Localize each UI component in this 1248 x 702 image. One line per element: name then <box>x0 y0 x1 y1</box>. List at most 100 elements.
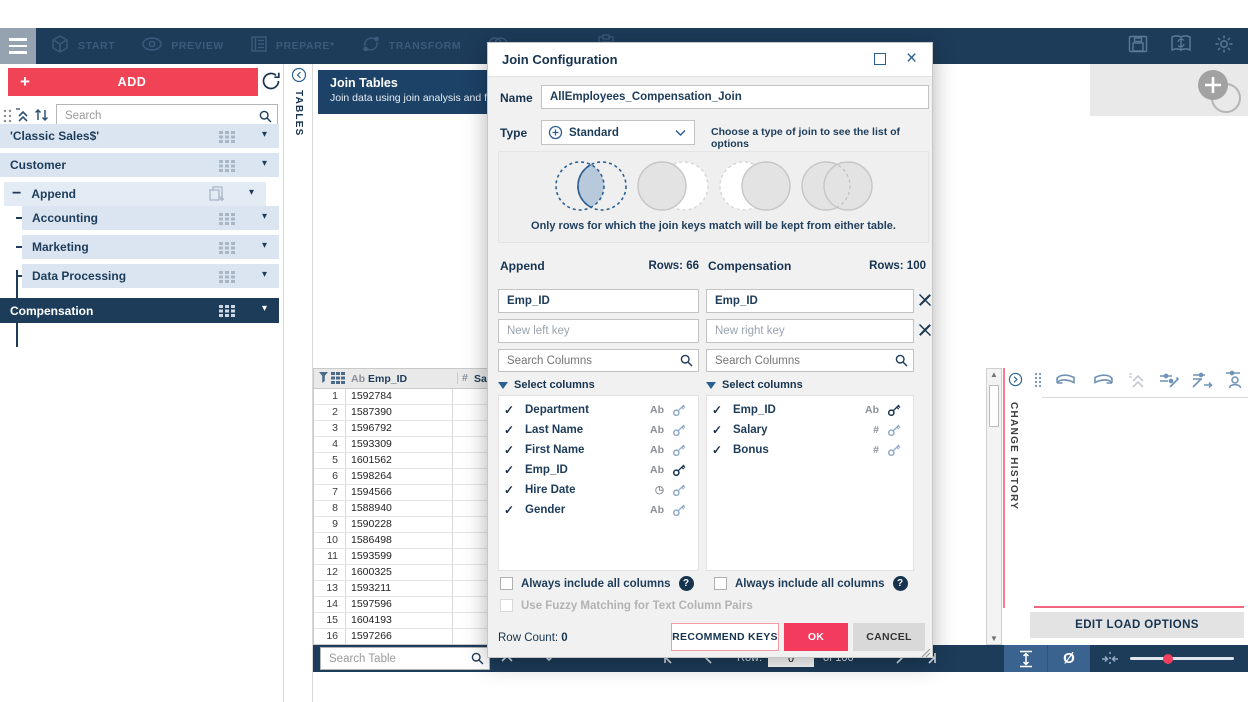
slashed-pencil-icon[interactable] <box>918 323 932 342</box>
key-icon[interactable] <box>887 443 901 462</box>
column-check-icon[interactable]: ✓ <box>707 423 727 437</box>
chevron-down-icon[interactable]: ▾ <box>262 129 267 140</box>
column-row[interactable]: ✓ Emp_ID Ab <box>707 400 913 420</box>
column-check-icon[interactable]: ✓ <box>707 443 727 457</box>
join-type-dropdown[interactable]: Standard <box>541 120 695 145</box>
table-row[interactable]: 7 1594566 <box>314 485 489 501</box>
checkbox[interactable] <box>714 577 727 590</box>
chevron-down-icon[interactable]: ▾ <box>262 240 267 251</box>
column-check-icon[interactable]: ✓ <box>499 463 519 477</box>
add-join-icon[interactable] <box>1195 68 1241 114</box>
table-search-input[interactable] <box>321 648 489 669</box>
user-edit-icon[interactable] <box>1224 370 1244 394</box>
key-icon[interactable] <box>672 503 686 522</box>
column-row[interactable]: ✓ Last Name Ab <box>499 420 698 440</box>
column-row[interactable]: ✓ Emp_ID Ab <box>499 460 698 480</box>
scroll-up-icon[interactable]: ▲ <box>990 370 998 379</box>
library-sync-icon[interactable] <box>1170 34 1192 58</box>
table-row[interactable]: 3 1596792 <box>314 421 489 437</box>
column-check-icon[interactable]: ✓ <box>499 483 519 497</box>
vertical-scrollbar[interactable]: ▲ ▼ <box>986 368 1002 645</box>
join-type-inner-option[interactable] <box>552 158 630 219</box>
column-check-icon[interactable]: ✓ <box>499 443 519 457</box>
chevron-down-icon[interactable]: ▾ <box>249 187 254 198</box>
table-row[interactable]: 11 1593599 <box>314 549 489 565</box>
column-row[interactable]: ✓ Salary # <box>707 420 913 440</box>
collapse-columns-icon[interactable] <box>1101 651 1119 672</box>
table-row[interactable]: 16 1597266 <box>314 629 489 645</box>
chevron-down-icon[interactable]: ▾ <box>262 269 267 280</box>
right-key-input[interactable] <box>706 289 914 313</box>
checkbox[interactable] <box>500 577 513 590</box>
close-icon[interactable]: × <box>906 47 917 71</box>
column-row[interactable]: ✓ First Name Ab <box>499 440 698 460</box>
add-table-button[interactable]: + ADD <box>8 68 258 96</box>
join-type-full-option[interactable] <box>798 158 876 219</box>
join-type-left-option[interactable] <box>634 158 712 219</box>
sidebar-item-marketing[interactable]: Marketing ▾ <box>22 235 279 259</box>
left-columns-search-input[interactable] <box>499 350 698 371</box>
left-key-input[interactable] <box>498 289 699 313</box>
column-row[interactable]: ✓ Hire Date ◷ <box>499 480 698 500</box>
new-left-key-input[interactable] <box>498 319 699 343</box>
scroll-down-icon[interactable]: ▼ <box>990 634 998 643</box>
column-row[interactable]: ✓ Bonus # <box>707 440 913 460</box>
table-row[interactable]: 12 1600325 <box>314 565 489 581</box>
table-row[interactable]: 10 1586498 <box>314 533 489 549</box>
column-row[interactable]: ✓ Department Ab <box>499 400 698 420</box>
column-row[interactable]: ✓ Gender Ab <box>499 500 698 520</box>
help-icon[interactable]: ? <box>893 576 908 591</box>
tab-transform[interactable]: TRANSFORM <box>361 34 461 59</box>
new-right-key-input[interactable] <box>706 319 914 343</box>
scrollbar-thumb[interactable] <box>989 385 999 427</box>
table-row[interactable]: 4 1593309 <box>314 437 489 453</box>
left-select-columns-header[interactable]: Select columns <box>498 379 595 391</box>
table-row[interactable]: 1 1592784 <box>314 389 489 405</box>
help-icon[interactable]: ? <box>679 576 694 591</box>
show-nulls-icon[interactable]: Ø <box>1047 645 1090 672</box>
column-check-icon[interactable]: ✓ <box>499 423 519 437</box>
edit-load-options-button[interactable]: EDIT LOAD OPTIONS <box>1030 612 1244 638</box>
undo-icon[interactable] <box>1053 371 1079 394</box>
sidebar-item-append[interactable]: − Append ▾ <box>4 182 266 206</box>
chevron-down-icon[interactable]: ▾ <box>262 158 267 169</box>
dialog-titlebar[interactable]: Join Configuration × <box>488 43 932 77</box>
save-icon[interactable] <box>1128 35 1148 58</box>
collapse-panel-icon[interactable] <box>291 67 307 88</box>
zoom-slider[interactable] <box>1130 657 1234 660</box>
table-row[interactable]: 6 1598264 <box>314 469 489 485</box>
table-row[interactable]: 14 1597596 <box>314 597 489 613</box>
change-history-title[interactable]: CHANGE HISTORY <box>1008 402 1019 510</box>
column-header-salary[interactable]: Sa <box>474 373 487 385</box>
table-row[interactable]: 8 1588940 <box>314 501 489 517</box>
column-header-emp-id[interactable]: Emp_ID <box>368 373 407 385</box>
right-columns-search-input[interactable] <box>707 350 913 371</box>
apply-steps-icon[interactable] <box>1191 371 1213 394</box>
slashed-pencil-icon[interactable] <box>918 293 932 312</box>
cancel-button[interactable]: CANCEL <box>853 623 925 651</box>
column-check-icon[interactable]: ✓ <box>499 503 519 517</box>
collapse-panel-icon[interactable] <box>1008 372 1023 392</box>
redo-icon[interactable] <box>1090 371 1116 394</box>
join-name-input[interactable] <box>541 85 929 109</box>
resize-grip-icon[interactable] <box>921 645 931 663</box>
hamburger-menu-button[interactable] <box>0 28 36 64</box>
maximize-icon[interactable] <box>874 53 886 65</box>
table-row[interactable]: 5 1601562 <box>314 453 489 469</box>
sidebar-item-compensation[interactable]: Compensation ▾ <box>0 298 279 323</box>
sidebar-item-accounting[interactable]: Accounting ▾ <box>22 206 279 230</box>
tab-start[interactable]: START <box>50 34 115 59</box>
recommend-keys-button[interactable]: RECOMMEND KEYS <box>671 623 779 651</box>
tab-preview[interactable]: PREVIEW <box>141 36 224 57</box>
tab-prepare[interactable]: PREPARE* <box>250 35 335 58</box>
table-row[interactable]: 2 1587390 <box>314 405 489 421</box>
sidebar-item-customer[interactable]: Customer ▾ <box>0 153 279 177</box>
edit-steps-icon[interactable] <box>1158 371 1180 394</box>
filter-grid-icon[interactable] <box>319 372 345 388</box>
tables-tab-label[interactable]: TABLES <box>293 90 304 136</box>
sidebar-item-classic-sales[interactable]: 'Classic Sales$' ▾ <box>0 124 279 148</box>
column-check-icon[interactable]: ✓ <box>707 403 727 417</box>
chevron-down-icon[interactable]: ▾ <box>262 211 267 222</box>
table-row[interactable]: 15 1604193 <box>314 613 489 629</box>
join-type-right-option[interactable] <box>716 158 794 219</box>
